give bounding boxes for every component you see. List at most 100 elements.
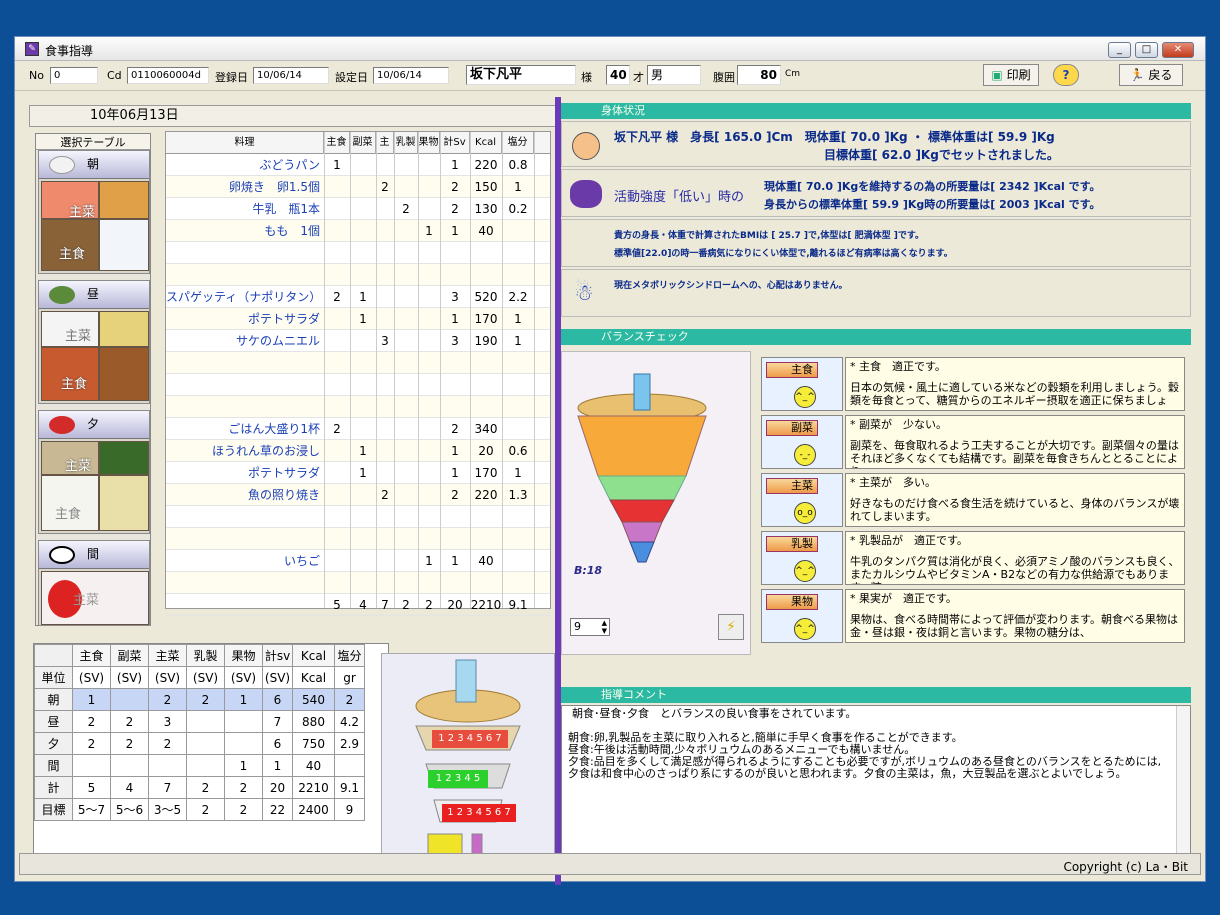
comment-box[interactable]: 朝食･昼食･夕食 とバランスの良い食事をされています。 朝食:卵,乳製品を主菜に…: [561, 705, 1191, 863]
food-row[interactable]: 魚の照り焼き 2 2 220 1.3: [166, 484, 550, 506]
spin-arrows-icon[interactable]: ▲ ▼: [602, 619, 607, 635]
food-value-cell: [502, 550, 534, 572]
balance-cat-button[interactable]: 主食 ^_^: [761, 357, 843, 411]
food-name-cell: スパゲッティ（ナポリタン）: [166, 290, 322, 304]
food-row[interactable]: ほうれん草のお浸し 1 1 20 0.6: [166, 440, 550, 462]
summary-cell: 目標: [34, 798, 73, 821]
back-button[interactable]: 🏃 戻る: [1119, 64, 1183, 86]
summary-cell: 2: [110, 732, 149, 755]
food-row[interactable]: ぶどうパン 1 1 220 0.8: [166, 154, 550, 176]
lunch-tag-main: 主菜: [65, 329, 92, 344]
food-value-cell: 170: [474, 312, 498, 326]
food-value-cell: 2: [451, 422, 459, 436]
right-panel: 身体状況 坂下凡平 様 身長[ 165.0 ]Cm 現体重[ 70.0 ]Kg …: [561, 101, 1201, 863]
meal-snack-header[interactable]: 間: [39, 541, 149, 569]
food-row[interactable]: 5 4 7 2 2 20 2210 9.1: [166, 594, 550, 616]
meal-breakfast-header[interactable]: 朝: [39, 151, 149, 179]
comment-scrollbar[interactable]: [1176, 706, 1190, 862]
food-row[interactable]: いちご 1 1 40: [166, 550, 550, 572]
set-date-field[interactable]: 10/06/14: [373, 67, 449, 84]
food-row[interactable]: 卵焼き 卵1.5個 2 2 150 1: [166, 176, 550, 198]
snack-tag-main: 主菜: [73, 593, 100, 608]
food-row[interactable]: [166, 264, 550, 286]
balance-cat-title: * 副菜が 少ない。: [850, 418, 947, 431]
lightning-button[interactable]: ⚡: [718, 614, 744, 640]
food-row[interactable]: [166, 374, 550, 396]
col-sv: 計Sv: [440, 132, 470, 154]
waist-field[interactable]: 80: [737, 65, 781, 85]
reg-date-field[interactable]: 10/06/14: [253, 67, 329, 84]
food-row[interactable]: [166, 352, 550, 374]
meal-snack[interactable]: 間 主菜: [38, 540, 150, 626]
food-value-cell: [324, 440, 350, 462]
food-row[interactable]: サケのムニエル 3 3 190 1: [166, 330, 550, 352]
waist-unit-label: Cm: [785, 69, 801, 79]
close-button[interactable]: ✕: [1162, 42, 1194, 58]
food-value-cell: [394, 572, 418, 594]
col-main: 主菜: [376, 132, 394, 154]
food-value-cell: [440, 396, 470, 418]
summary-header-row: 主食 副菜 主菜 乳製 果物 計sv Kcal 塩分: [34, 644, 365, 667]
dinner-tag-staple: 主食: [55, 507, 82, 522]
dinner-photo-4: [99, 475, 149, 531]
summary-cell: 主菜: [148, 644, 187, 667]
balance-cat-button[interactable]: 果物 ^_^: [761, 589, 843, 643]
balance-cat-button[interactable]: 副菜 -_-: [761, 415, 843, 469]
food-value-cell: 40: [478, 554, 494, 568]
help-button[interactable]: ?: [1053, 64, 1079, 86]
food-row[interactable]: スパゲッティ（ナポリタン） 2 1 3 520 2.2: [166, 286, 550, 308]
food-row[interactable]: [166, 506, 550, 528]
activity-line1: 現体重[ 70.0 ]Kgを維持するの為の所要量は[ 2342 ]Kcal です…: [764, 180, 1101, 193]
food-value-cell: [470, 374, 502, 396]
print-button[interactable]: ▣ 印刷: [983, 64, 1039, 86]
food-row[interactable]: [166, 396, 550, 418]
summary-cell: [224, 710, 263, 733]
summary-cell: 5〜7: [72, 798, 111, 821]
lunch-tag-staple: 主食: [61, 377, 88, 392]
food-value-cell: [324, 506, 350, 528]
summary-cell: 1: [262, 754, 293, 777]
meal-lunch-header[interactable]: 昼: [39, 281, 149, 309]
patient-name-field[interactable]: 坂下凡平: [466, 65, 576, 85]
summary-cell: 2: [148, 688, 187, 711]
summary-cell: 昼: [34, 710, 73, 733]
food-value-cell: [350, 352, 376, 374]
age-field[interactable]: 40: [606, 65, 630, 85]
food-row[interactable]: 牛乳 瓶1本 2 2 130 0.2: [166, 198, 550, 220]
cd-field[interactable]: 0110060004d: [127, 67, 209, 84]
balance-cat-button[interactable]: 乳製 ^_^: [761, 531, 843, 585]
meal-dinner[interactable]: 夕 主菜 主食: [38, 410, 150, 534]
food-row[interactable]: [166, 528, 550, 550]
food-row[interactable]: ポテトサラダ 1 1 170 1: [166, 308, 550, 330]
food-value-cell: [350, 528, 376, 550]
food-value-cell: [350, 154, 376, 176]
food-value-cell: 0.6: [508, 444, 528, 458]
date-bar: 10年06月13日: [29, 105, 557, 127]
food-value-cell: [376, 440, 394, 462]
food-value-cell: [350, 176, 376, 198]
food-row[interactable]: [166, 572, 550, 594]
food-row[interactable]: もも 1個 1 1 40: [166, 220, 550, 242]
summary-cell: 1: [224, 754, 263, 777]
dinner-tag-main: 主菜: [65, 459, 92, 474]
sex-field[interactable]: 男: [647, 65, 701, 85]
meal-dinner-header[interactable]: 夕: [39, 411, 149, 439]
food-row[interactable]: ごはん大盛り1杯 2 2 340: [166, 418, 550, 440]
minimize-button[interactable]: _: [1108, 42, 1131, 58]
balance-cat-label: 主菜: [791, 479, 813, 492]
maximize-button[interactable]: □: [1135, 42, 1158, 58]
summary-cell: [110, 754, 149, 777]
meal-breakfast[interactable]: 朝 主菜 主食: [38, 150, 150, 274]
no-field[interactable]: 0: [50, 67, 98, 84]
meal-lunch[interactable]: 昼 主菜 主食: [38, 280, 150, 404]
food-row[interactable]: ポテトサラダ 1 1 170 1: [166, 462, 550, 484]
food-row[interactable]: [166, 242, 550, 264]
food-value-cell: [376, 264, 394, 286]
food-value-cell: 3: [381, 334, 389, 348]
summary-cell: [34, 644, 73, 667]
food-value-cell: [418, 484, 440, 506]
food-value-cell: [376, 154, 394, 176]
food-value-cell: 2: [425, 598, 433, 612]
balance-cat-button[interactable]: 主菜 o_o: [761, 473, 843, 527]
balance-spinner[interactable]: 9 ▲ ▼: [570, 618, 610, 636]
